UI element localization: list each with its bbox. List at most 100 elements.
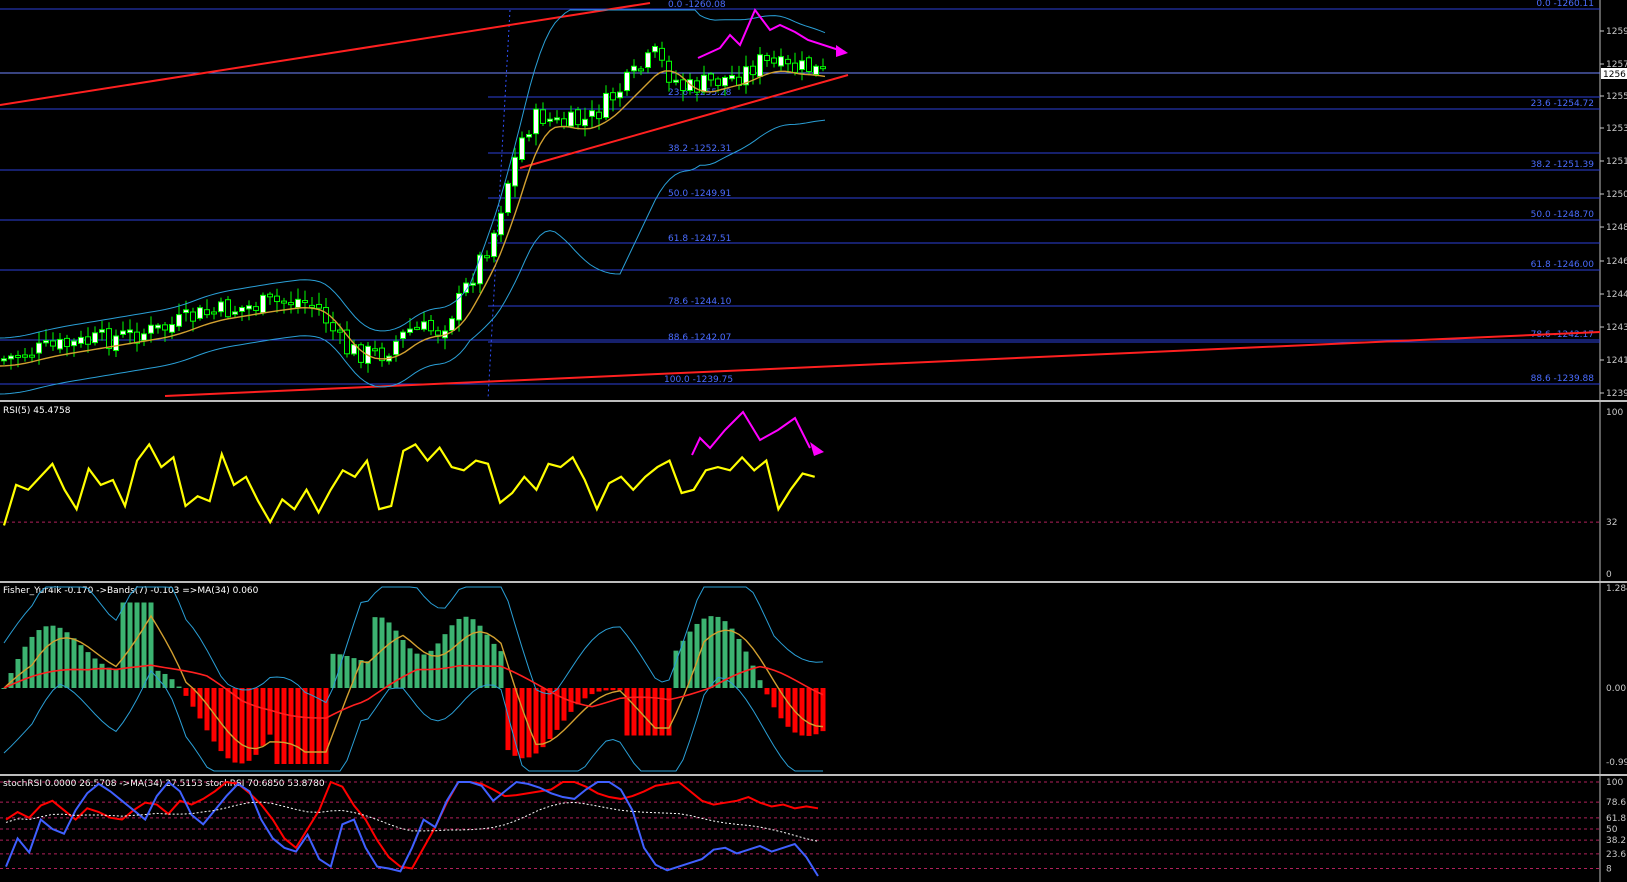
candle-body — [708, 73, 714, 81]
fisher-bar — [386, 622, 392, 688]
candle-body — [617, 91, 623, 99]
fisher-bar — [771, 688, 777, 708]
candle-body — [435, 330, 441, 336]
candle-body — [288, 302, 294, 306]
candle-body — [806, 57, 812, 72]
candle-body — [624, 71, 630, 92]
candle-body — [225, 299, 231, 318]
candle-body — [127, 329, 133, 334]
candle-body — [603, 92, 609, 119]
candle-body — [512, 156, 518, 187]
fisher-bar — [232, 688, 238, 763]
fisher-bar — [540, 688, 546, 748]
fisher-bar — [421, 654, 427, 688]
fisher-bar — [344, 656, 350, 688]
fisher-bar — [246, 688, 252, 761]
candle-body — [414, 326, 420, 330]
fisher-bar — [36, 630, 42, 688]
fisher-bar — [22, 646, 28, 688]
bollinger-upper — [0, 9, 826, 339]
annotation-price — [697, 8, 846, 59]
y-tick-label: 1244 — [1606, 290, 1627, 300]
candle-body — [323, 307, 329, 324]
candle-body — [309, 304, 315, 308]
candle-body — [15, 354, 21, 358]
candle-body — [491, 232, 497, 258]
candle-body — [85, 336, 91, 345]
fisher-bar — [204, 688, 210, 731]
candle-body — [645, 52, 651, 68]
fisher-bar — [169, 679, 175, 688]
fib-inner-label: 61.8 -1247.51 — [668, 234, 731, 244]
fisher-bar — [596, 688, 602, 692]
candle-body — [764, 55, 770, 61]
stochrsi-tick-label: 8 — [1606, 864, 1612, 874]
candle-body — [274, 295, 280, 303]
fisher-bar — [162, 673, 168, 688]
fisher-bar — [253, 688, 259, 755]
candle-body — [785, 58, 791, 65]
candle-body — [484, 255, 490, 259]
fisher-bar — [463, 616, 469, 688]
fib-inner-label: 50.0 -1249.91 — [668, 189, 731, 199]
candle-body — [92, 332, 98, 344]
stochrsi-tick-label: 23.6 — [1606, 850, 1626, 860]
candle-body — [393, 340, 399, 356]
candle-body — [729, 74, 735, 80]
price-chart[interactable]: 1259125712551253125112501248124612441243… — [0, 0, 1627, 882]
panel-separator — [0, 774, 1627, 776]
candle-body — [43, 340, 49, 344]
fisher-bar — [134, 602, 140, 688]
chart-root: 1259 1257 1255 1253 1251 1250 1248 1246 1244 1243… — [0, 0, 1627, 882]
candle-body — [750, 65, 756, 76]
y-tick-label: 1243 — [1606, 323, 1627, 333]
candle-body — [701, 74, 707, 93]
candle-body — [757, 54, 763, 77]
candle-body — [162, 324, 168, 331]
candle-body — [820, 66, 826, 70]
candle-body — [428, 319, 434, 332]
fisher-bar — [50, 625, 56, 688]
candle-body — [638, 68, 644, 72]
fisher-bar — [372, 617, 378, 688]
fisher-bar — [99, 663, 105, 688]
fisher-bar — [1, 688, 7, 689]
candle-body — [141, 333, 147, 341]
fisher-bar — [484, 634, 490, 688]
fib-inner-label: 100.0 -1239.75 — [664, 375, 733, 385]
fisher-bar — [288, 688, 294, 764]
fisher-bar — [43, 626, 49, 688]
candle-body — [29, 354, 35, 358]
fisher-bar — [505, 688, 511, 751]
fisher-bar — [183, 688, 189, 696]
candle-body — [680, 79, 686, 92]
rsi-tick-label: 32 — [1606, 518, 1617, 528]
candle-body — [596, 111, 602, 120]
candle-body — [631, 65, 637, 72]
candle-body — [722, 76, 728, 87]
candle-body — [64, 337, 70, 348]
candle-body — [421, 321, 427, 330]
candle-body — [589, 110, 595, 117]
candle-body — [50, 340, 56, 347]
rsi-title: RSI(5) 45.4758 — [3, 406, 71, 416]
candle-body — [204, 309, 210, 316]
fisher-bar — [113, 669, 119, 688]
candle-body — [337, 329, 343, 333]
candle-body — [771, 57, 777, 64]
stochrsi-tick-label: 38.2 — [1606, 836, 1626, 846]
fisher-bar — [141, 602, 147, 688]
fisher-bar — [477, 625, 483, 688]
fib-right-label: 0.0 -1260.11 — [1536, 0, 1594, 9]
fisher-bar — [400, 640, 406, 688]
fib-inner-label: 0.0 -1260.08 — [668, 0, 726, 10]
candle-body — [582, 118, 588, 127]
candle-body — [78, 336, 84, 344]
candle-body — [218, 301, 224, 313]
y-tick-label: 1255 — [1606, 92, 1627, 102]
candle-body — [526, 134, 532, 138]
stochrsi-tick-label: 61.8 — [1606, 814, 1626, 824]
candle-body — [498, 212, 504, 236]
fisher-tick-label: -0.99 — [1606, 758, 1627, 768]
fisher-bar — [617, 688, 623, 691]
